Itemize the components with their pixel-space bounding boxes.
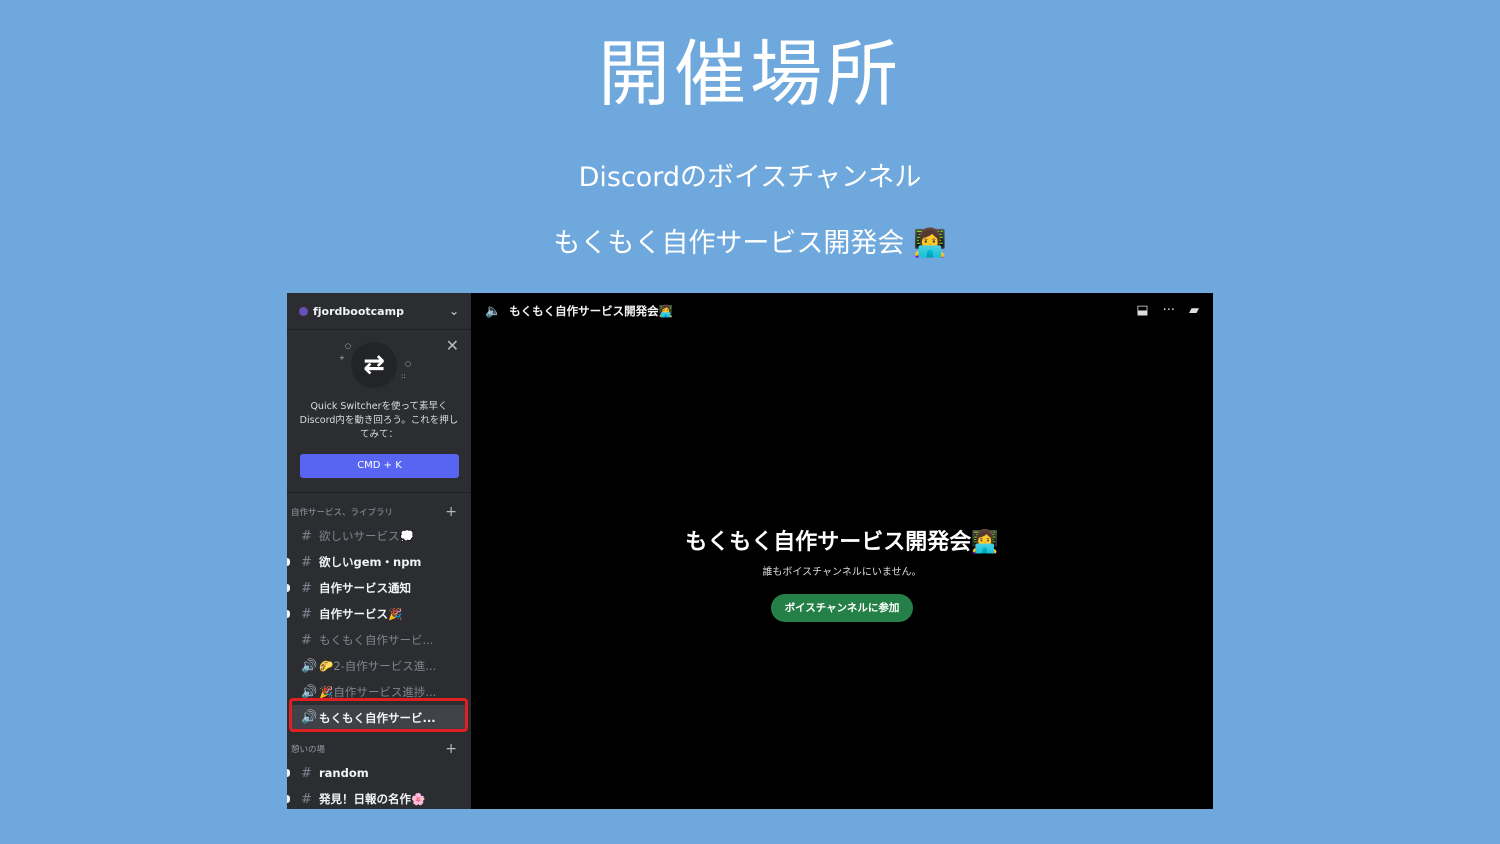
- promo-text: Quick Switcherを使って素早くDiscord内を動き回ろう。これを押…: [299, 401, 459, 440]
- server-header[interactable]: fjordbootcamp ⌄: [287, 293, 471, 330]
- slide-subtitle-channel: もくもく自作サービス開発会 👩‍💻: [0, 226, 1500, 262]
- channel-name: 欲しいサービス💭: [319, 529, 414, 543]
- sparkle-icon: ::: [401, 372, 406, 380]
- channel-item[interactable]: # random: [287, 760, 471, 786]
- channel-item[interactable]: # 欲しいgem・npm: [287, 549, 471, 575]
- add-channel-icon[interactable]: +: [445, 504, 457, 520]
- slide-subtitle-platform: Discordのボイスチャンネル: [578, 162, 922, 193]
- server-icon: [299, 306, 308, 316]
- chevron-down-icon[interactable]: ⌄: [449, 304, 459, 318]
- hash-icon: #: [301, 765, 312, 781]
- chat-icon[interactable]: ▰: [1189, 303, 1199, 318]
- hash-icon: #: [301, 791, 312, 807]
- voice-empty-text: 誰もボイスチャンネルにいません。: [762, 567, 922, 578]
- channel-item[interactable]: # 欲しいサービス💭: [287, 523, 471, 549]
- header-toolbar: ⬓ ··· ▰: [1136, 303, 1199, 318]
- hash-icon: #: [301, 580, 312, 596]
- slide-subtitle-channel-text: もくもく自作サービス開発会: [553, 228, 905, 259]
- channel-name: 自作サービス🎉: [319, 607, 403, 621]
- inbox-icon[interactable]: ⬓: [1136, 303, 1148, 318]
- channel-name: 欲しいgem・npm: [319, 555, 422, 569]
- channel-header-title: もくもく自作サービス開発会👩‍💻: [509, 304, 674, 318]
- category-label: 自作サービス、ライブラリ: [291, 508, 394, 518]
- switch-arrows-icon: ⇄: [351, 342, 397, 388]
- channel-name: 🌮2-自作サービス進...: [319, 659, 437, 673]
- speaker-icon: 🔊: [301, 658, 318, 674]
- speaker-icon: 🔈: [485, 303, 502, 319]
- channel-header: 🔈 もくもく自作サービス開発会👩‍💻: [471, 293, 1213, 329]
- sparkle-icon: +: [339, 354, 345, 362]
- channel-item[interactable]: 🔊 🌮2-自作サービス進...: [287, 653, 471, 679]
- technologist-emoji: 👩‍💻: [912, 228, 947, 259]
- more-options-icon[interactable]: ···: [1163, 303, 1175, 318]
- hash-icon: #: [301, 554, 312, 570]
- highlight-box: [289, 698, 468, 732]
- discord-screenshot: fjordbootcamp ⌄ ✕ ⇄ ○ + ○ :: Quick Switc…: [287, 293, 1213, 809]
- channel-name: もくもく自作サービ...: [319, 633, 434, 647]
- channel-list: 自作サービス、ライブラリ + # 欲しいサービス💭 # 欲しいgem・npm # 自作サービス…: [287, 501, 471, 809]
- join-voice-button[interactable]: ボイスチャンネルに参加: [770, 594, 914, 622]
- sparkle-icon: ○: [345, 342, 352, 350]
- add-channel-icon[interactable]: +: [445, 741, 457, 757]
- voice-channel-title: もくもく自作サービス開発会👩‍💻: [685, 530, 999, 555]
- quick-switcher-promo: ✕ ⇄ ○ + ○ :: Quick Switcherを使って素早くDiscor…: [287, 330, 471, 493]
- channel-item[interactable]: # 自作サービス通知: [287, 575, 471, 601]
- category-label: 憩いの場: [291, 745, 326, 755]
- slide-title: 開催場所: [597, 32, 902, 116]
- hash-icon: #: [301, 528, 312, 544]
- channel-sidebar: fjordbootcamp ⌄ ✕ ⇄ ○ + ○ :: Quick Switc…: [287, 293, 471, 809]
- voice-channel-panel: もくもく自作サービス開発会👩‍💻 誰もボイスチャンネルにいません。 ボイスチャン…: [471, 527, 1213, 622]
- channel-item[interactable]: # もくもく自作サービ...: [287, 627, 471, 653]
- channel-item[interactable]: # 自作サービス🎉: [287, 601, 471, 627]
- close-icon[interactable]: ✕: [446, 336, 459, 355]
- server-name: fjordbootcamp: [313, 304, 404, 318]
- hash-icon: #: [301, 606, 312, 622]
- channel-name: 自作サービス通知: [319, 581, 411, 595]
- hash-icon: #: [301, 632, 312, 648]
- channel-name: random: [319, 766, 369, 780]
- channel-category[interactable]: 憩いの場 +: [287, 738, 471, 760]
- sparkle-icon: ○: [405, 360, 412, 368]
- channel-item[interactable]: # 発見！日報の名作🌸: [287, 786, 471, 809]
- channel-category[interactable]: 自作サービス、ライブラリ +: [287, 501, 471, 523]
- quick-switcher-button[interactable]: CMD + K: [300, 454, 459, 478]
- channel-name: 発見！日報の名作🌸: [319, 792, 426, 806]
